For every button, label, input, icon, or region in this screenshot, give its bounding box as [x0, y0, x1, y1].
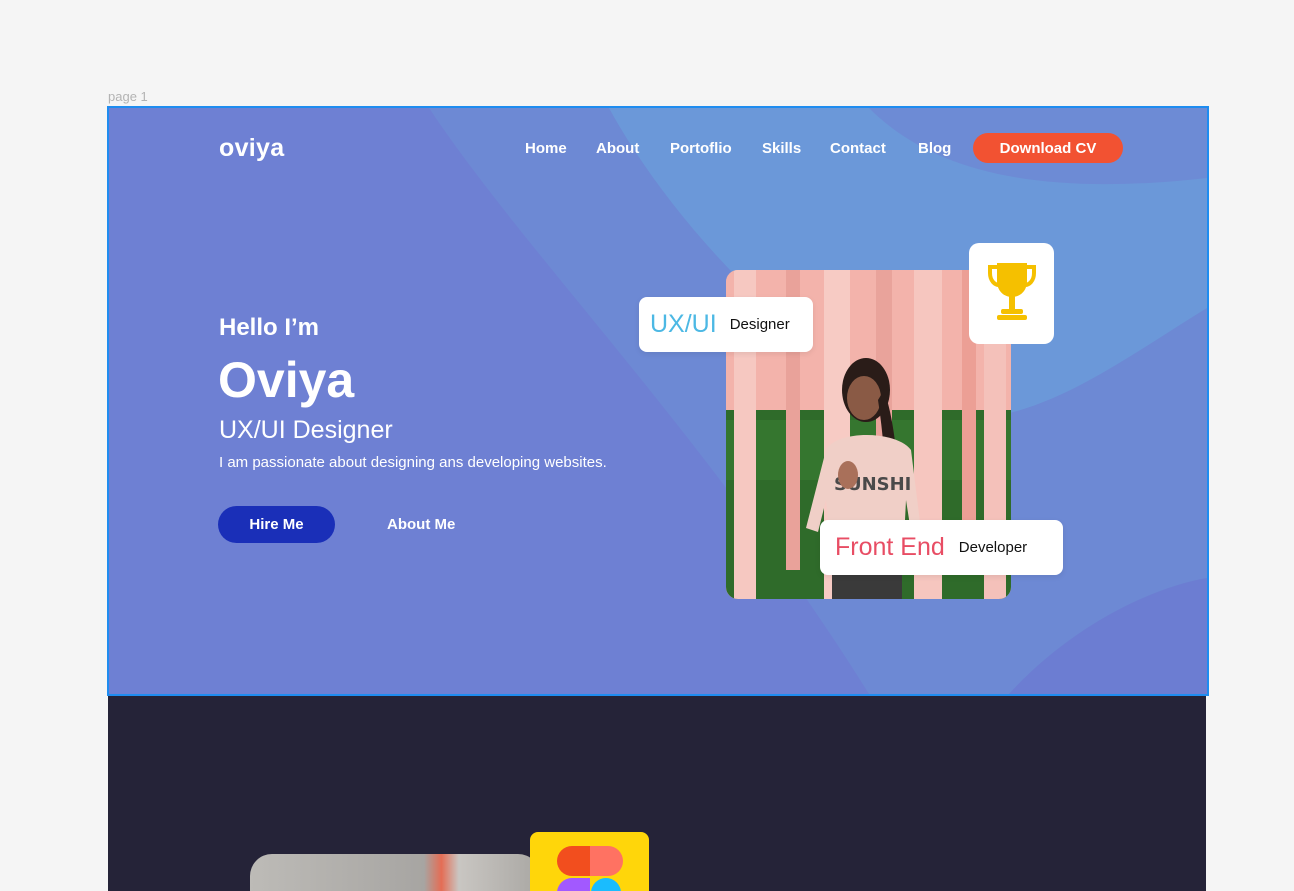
about-section: [108, 696, 1206, 891]
hero-name: Oviya: [218, 352, 355, 408]
page-label: page 1: [108, 89, 148, 104]
trophy-icon: [987, 259, 1037, 328]
about-me-link[interactable]: About Me: [387, 516, 455, 533]
hero-description: I am passionate about designing ans deve…: [219, 454, 607, 471]
figma-card: [530, 832, 649, 891]
hire-me-button[interactable]: Hire Me: [218, 506, 335, 543]
trophy-card: [969, 243, 1054, 344]
fe-badge-accent: Front End: [835, 533, 945, 561]
nav-skills[interactable]: Skills: [762, 140, 801, 157]
nav-portfolio[interactable]: Portoflio: [670, 140, 732, 157]
nav-about[interactable]: About: [596, 140, 639, 157]
about-photo: [250, 854, 540, 891]
front-end-developer-badge: Front End Developer: [820, 520, 1063, 575]
hero-role: UX/UI Designer: [219, 416, 393, 444]
ux-badge-accent: UX/UI: [650, 310, 717, 338]
hero-greeting: Hello I’m: [219, 314, 320, 341]
fe-badge-label: Developer: [958, 539, 1028, 556]
logo[interactable]: oviya: [219, 134, 284, 163]
download-cv-button[interactable]: Download CV: [973, 133, 1123, 163]
ux-designer-badge: UX/UI Designer: [639, 297, 813, 352]
nav-home[interactable]: Home: [525, 140, 567, 157]
nav-blog[interactable]: Blog: [918, 140, 951, 157]
nav-contact[interactable]: Contact: [830, 140, 886, 157]
ux-badge-label: Designer: [729, 316, 790, 333]
hero-section: oviya Home About Portoflio Skills Contac…: [107, 106, 1209, 696]
